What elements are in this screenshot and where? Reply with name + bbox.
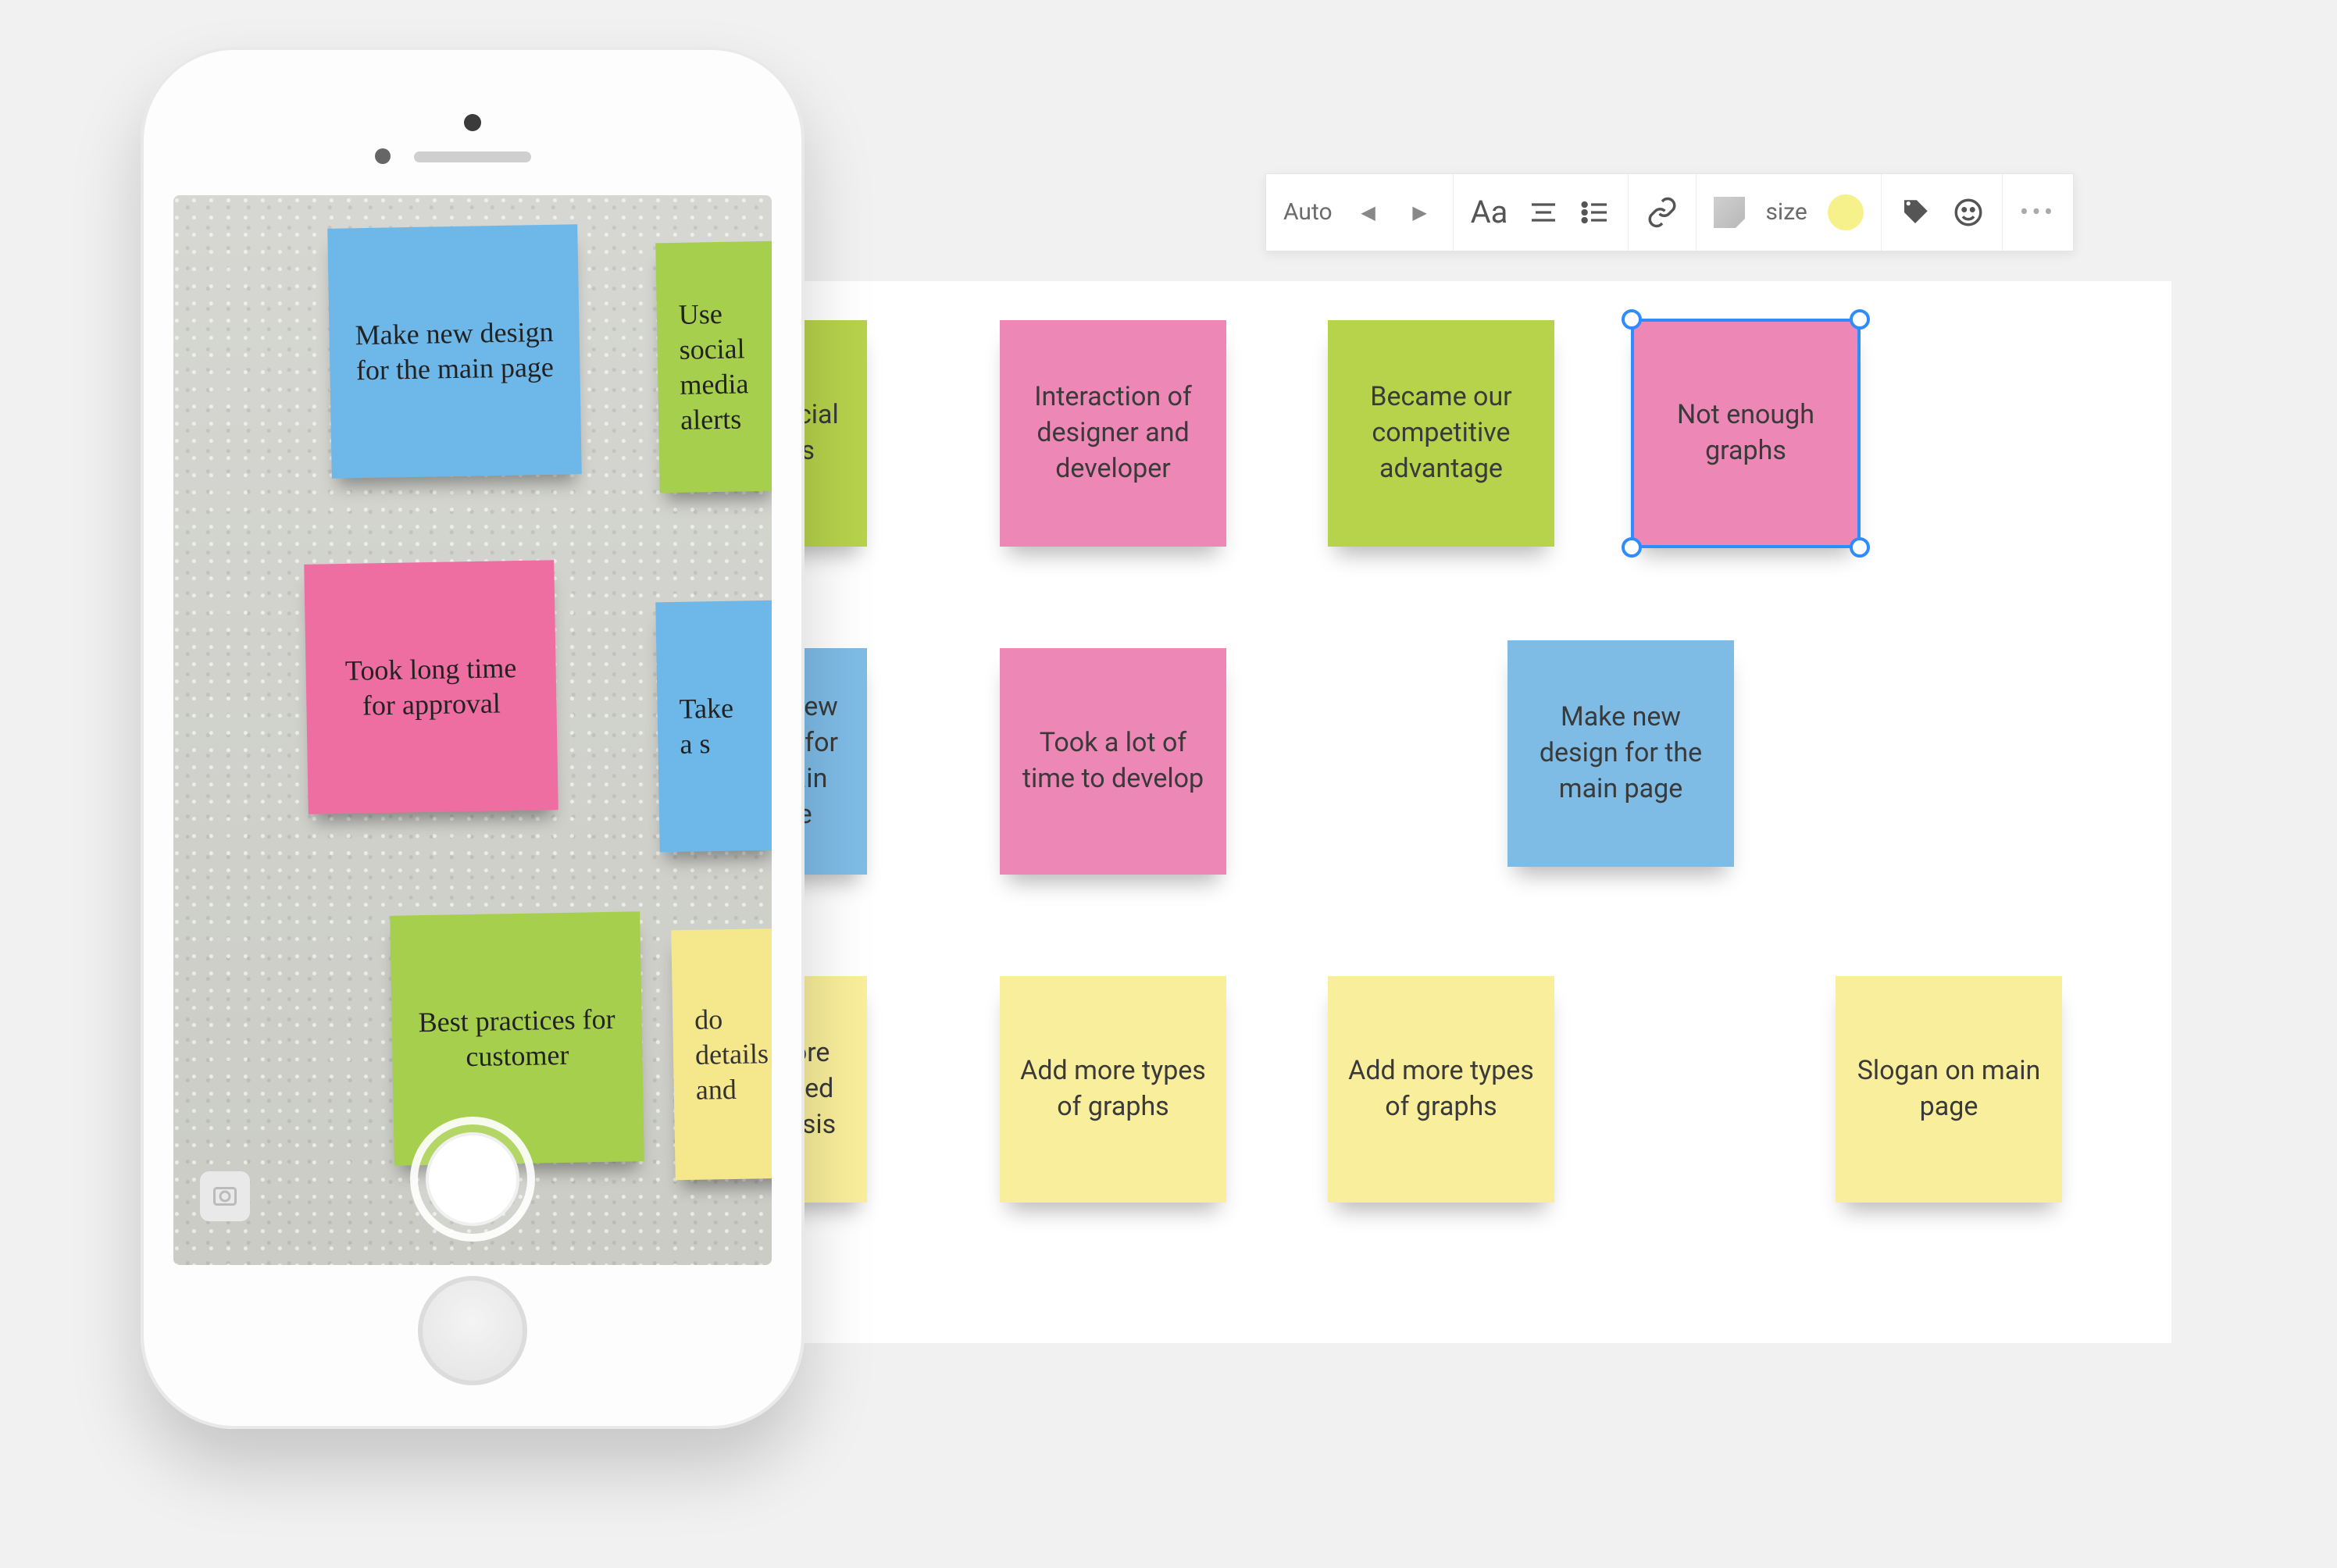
sticky-note[interactable]: Add more types of graphs [1000, 976, 1226, 1203]
emoji-icon[interactable] [1952, 189, 1985, 236]
list-icon[interactable] [1579, 189, 1611, 236]
phone-front-camera [464, 114, 481, 131]
size-label[interactable]: size [1765, 189, 1807, 236]
phone-sensor [375, 148, 391, 164]
sticky-note[interactable]: Slogan on main page [1836, 976, 2062, 1203]
text-style-button[interactable]: Aa [1471, 189, 1508, 236]
phone-mockup: Make new design for the main page Use soc… [141, 47, 805, 1429]
color-swatch[interactable] [1828, 189, 1864, 236]
sticky-note[interactable]: Became our competitive advantage [1328, 320, 1554, 547]
align-icon[interactable] [1528, 189, 1559, 236]
phone-screen: Make new design for the main page Use soc… [173, 195, 772, 1265]
phone-speaker [414, 151, 531, 162]
camera-controls [173, 1117, 772, 1242]
physical-sticky-note: Took long time for approval [304, 560, 558, 814]
sticky-note[interactable]: Interaction of designer and developer [1000, 320, 1226, 547]
phone-top-bar [141, 114, 805, 162]
sticky-note[interactable]: Make new design for the main page [1507, 640, 1734, 867]
autosize-button[interactable]: Auto [1283, 189, 1333, 236]
selection-handle[interactable] [1622, 309, 1642, 330]
link-icon[interactable] [1646, 189, 1679, 236]
sticky-note-selected[interactable]: Not enough graphs [1632, 320, 1859, 547]
physical-sticky-note: Make new design for the main page [327, 224, 582, 479]
selection-handle[interactable] [1850, 309, 1870, 330]
physical-sticky-note: Take a s [655, 600, 772, 853]
more-icon[interactable]: ••• [2020, 189, 2056, 236]
selection-handle[interactable] [1622, 537, 1642, 558]
tag-icon[interactable] [1899, 189, 1932, 236]
physical-sticky-note: Use social media alerts [655, 241, 772, 494]
selection-handle[interactable] [1850, 537, 1870, 558]
shutter-button[interactable] [410, 1117, 535, 1242]
next-arrow-icon[interactable]: ▶ [1404, 189, 1436, 236]
sticky-note[interactable]: Add more types of graphs [1328, 976, 1554, 1203]
format-toolbar: Auto ◀ ▶ Aa size ••• [1265, 173, 2074, 251]
prev-arrow-icon[interactable]: ◀ [1353, 189, 1384, 236]
note-shape-icon[interactable] [1714, 189, 1745, 236]
sticky-note[interactable]: Took a lot of time to develop [1000, 648, 1226, 875]
whiteboard-canvas[interactable]: social ertse new gn for main agemore tai… [765, 281, 2171, 1343]
phone-home-button[interactable] [418, 1276, 527, 1385]
gallery-thumbnail-button[interactable] [200, 1171, 250, 1221]
